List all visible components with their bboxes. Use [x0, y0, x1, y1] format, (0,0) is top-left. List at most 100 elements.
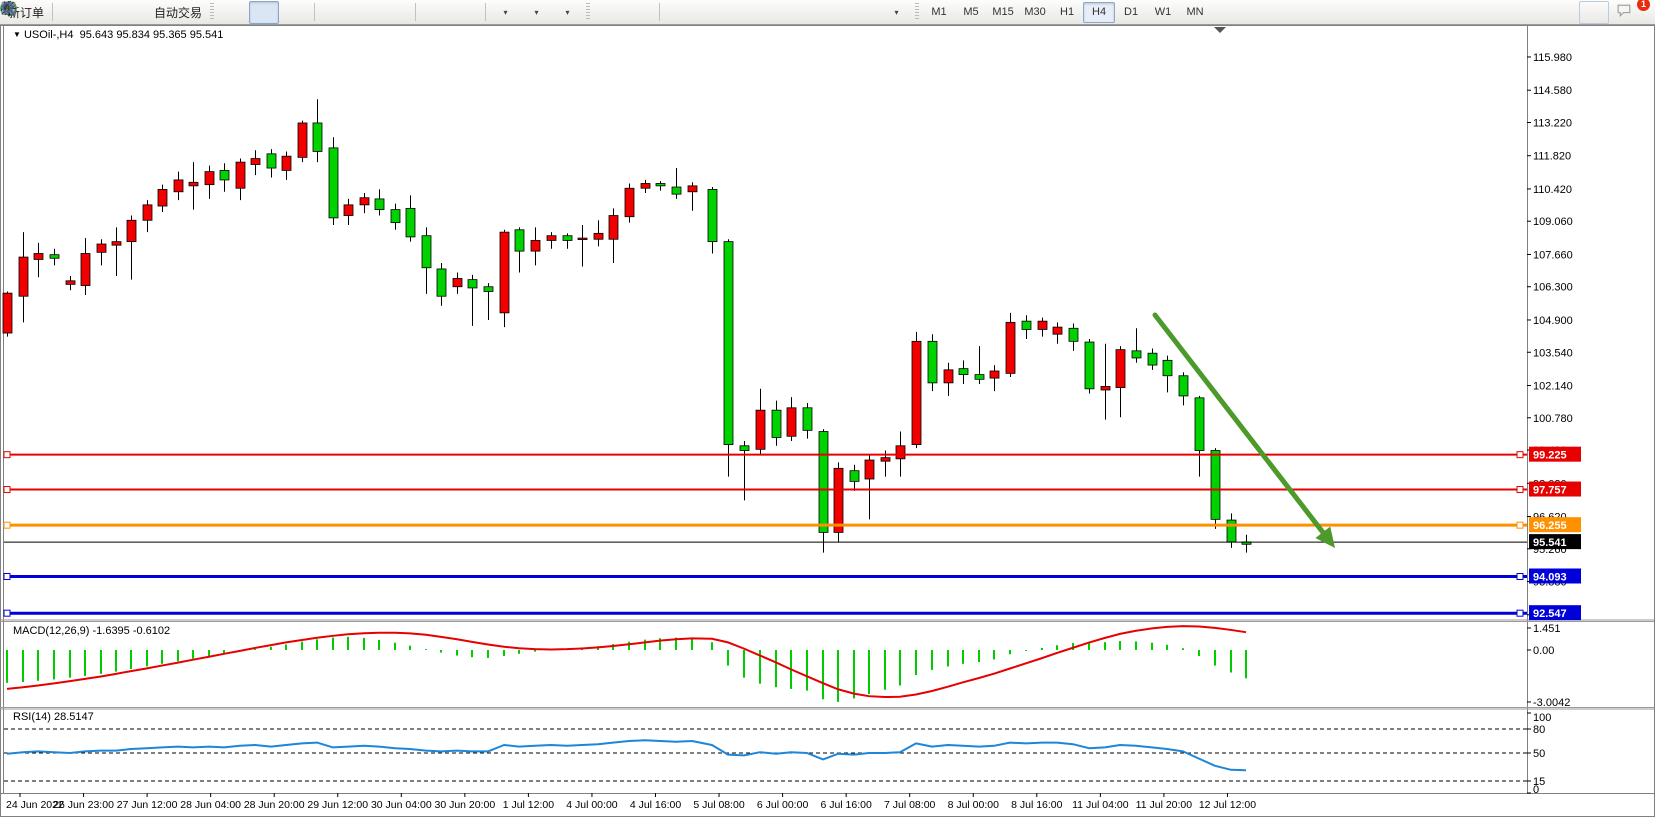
chart-shift-button[interactable] — [451, 1, 481, 24]
bar-chart-mode-button[interactable] — [218, 1, 248, 24]
macd-axis-label: 0.00 — [1533, 645, 1554, 657]
time-axis-label: 29 Jun 12:00 — [307, 799, 368, 811]
timeframe-button-M15[interactable]: M15 — [987, 2, 1019, 23]
timeframe-button-M5[interactable]: M5 — [955, 2, 987, 23]
favorites-button[interactable] — [57, 1, 87, 24]
timeframe-button-MN[interactable]: MN — [1179, 2, 1211, 23]
auto-scroll-button[interactable] — [420, 1, 450, 24]
candle-body — [97, 244, 106, 252]
zoom-out-button[interactable] — [350, 1, 380, 24]
timeframe-button-M30[interactable]: M30 — [1019, 2, 1051, 23]
line-handle-right[interactable] — [1517, 573, 1523, 579]
channel-tool-button[interactable]: E — [757, 1, 787, 24]
candle-body — [865, 460, 874, 479]
candle-body — [251, 159, 260, 165]
candle-body — [453, 278, 462, 286]
line-handle-left[interactable] — [4, 573, 10, 579]
candle-body — [1211, 451, 1220, 520]
candle-body — [205, 172, 214, 185]
candle-chart-mode-button[interactable] — [249, 1, 279, 24]
line-handle-left[interactable] — [4, 610, 10, 616]
toolbar: 新订单 自动交易 ▾ ▾ — [0, 0, 1655, 25]
line-handle-right[interactable] — [1517, 487, 1523, 493]
candle-body — [3, 293, 12, 333]
price-badge-94.093: 94.093 — [1529, 568, 1581, 583]
candle-body — [740, 446, 749, 451]
line-handle-right[interactable] — [1517, 522, 1523, 528]
templates-button[interactable]: ▾ — [552, 1, 582, 24]
price-badge-95.541: 95.541 — [1529, 534, 1581, 549]
timeframe-button-W1[interactable]: W1 — [1147, 2, 1179, 23]
arrows-tool-button[interactable]: ▾ — [881, 1, 911, 24]
fibonacci-tool-button[interactable]: F — [788, 1, 818, 24]
rsi-axis-label: 100 — [1533, 712, 1551, 724]
timeframe-button-D1[interactable]: D1 — [1115, 2, 1147, 23]
search-icon — [0, 0, 17, 17]
candle-body — [1148, 353, 1157, 365]
line-handle-left[interactable] — [4, 487, 10, 493]
candle-body — [515, 230, 524, 251]
macd-values: -1.6395 -0.6102 — [92, 625, 170, 637]
trendline-tool-button[interactable] — [726, 1, 756, 24]
candle-body — [189, 182, 198, 186]
chart-ohlc-values: 95.643 95.834 95.365 95.541 — [80, 29, 224, 41]
symbol-dropdown-marker[interactable]: ▼ — [13, 30, 21, 39]
chart-symbol-period: USOil-,H4 — [24, 29, 74, 41]
candle-body — [1163, 360, 1172, 375]
vertical-line-tool-button[interactable] — [664, 1, 694, 24]
line-handle-left[interactable] — [4, 452, 10, 458]
candle-body — [928, 341, 937, 383]
chart-header[interactable]: ▼ USOil-,H4 95.643 95.834 95.365 95.541 — [13, 29, 223, 41]
candle-body — [236, 162, 245, 188]
candle-body — [158, 189, 167, 206]
autotrading-button[interactable]: 自动交易 — [150, 1, 206, 24]
candle-body — [174, 180, 183, 192]
timeframe-button-H1[interactable]: H1 — [1051, 2, 1083, 23]
candle-body — [656, 183, 665, 185]
candle-body — [484, 287, 493, 292]
candle-body — [34, 254, 43, 260]
timeframe-button-M1[interactable]: M1 — [923, 2, 955, 23]
line-handle-left[interactable] — [4, 522, 10, 528]
time-axis-label: 27 Jun 12:00 — [117, 799, 178, 811]
time-axis-label: 1 Jul 12:00 — [503, 799, 555, 811]
periods-button[interactable]: ▾ — [521, 1, 551, 24]
line-handle-right[interactable] — [1517, 610, 1523, 616]
time-axis-label: 8 Jul 16:00 — [1011, 799, 1063, 811]
price-axis-label: 102.140 — [1533, 380, 1573, 392]
candle-body — [1006, 322, 1015, 373]
crosshair-tool-button[interactable] — [625, 1, 655, 24]
signals-button[interactable] — [119, 1, 149, 24]
candle-body — [391, 210, 400, 223]
text-label-tool-button[interactable]: T — [850, 1, 880, 24]
cursor-tool-button[interactable] — [594, 1, 624, 24]
candle-body — [1085, 342, 1094, 389]
price-axis-label: 106.300 — [1533, 282, 1573, 294]
macd-indicator-label: MACD(12,26,9) -1.6395 -0.6102 — [13, 625, 170, 637]
new-chart-button[interactable]: ▾ — [490, 1, 520, 24]
candle-body — [834, 468, 843, 532]
tile-windows-button[interactable] — [381, 1, 411, 24]
price-axis-label: 107.660 — [1533, 249, 1573, 261]
zoom-in-button[interactable] — [319, 1, 349, 24]
timeframe-button-H4[interactable]: H4 — [1083, 2, 1115, 23]
candle-body — [672, 187, 681, 194]
candle-body — [944, 370, 953, 383]
candle-body — [422, 236, 431, 268]
candle-body — [112, 242, 121, 246]
text-tool-button[interactable]: A — [819, 1, 849, 24]
candle-body — [143, 205, 152, 220]
toolbar-divider — [314, 3, 315, 21]
dropdown-caret: ▾ — [895, 8, 899, 17]
search-button[interactable] — [1579, 1, 1609, 24]
candle-body — [1069, 328, 1078, 341]
candle-body — [50, 255, 59, 259]
line-chart-mode-button[interactable] — [280, 1, 310, 24]
price-axis-label: 113.220 — [1533, 117, 1572, 129]
market-watch-button[interactable] — [88, 1, 118, 24]
price-axis-label: 100.780 — [1533, 413, 1573, 425]
horizontal-line-tool-button[interactable] — [695, 1, 725, 24]
notifications-button[interactable]: 1 — [1615, 1, 1645, 24]
line-handle-right[interactable] — [1517, 452, 1523, 458]
svg-text:97.757: 97.757 — [1533, 485, 1567, 497]
